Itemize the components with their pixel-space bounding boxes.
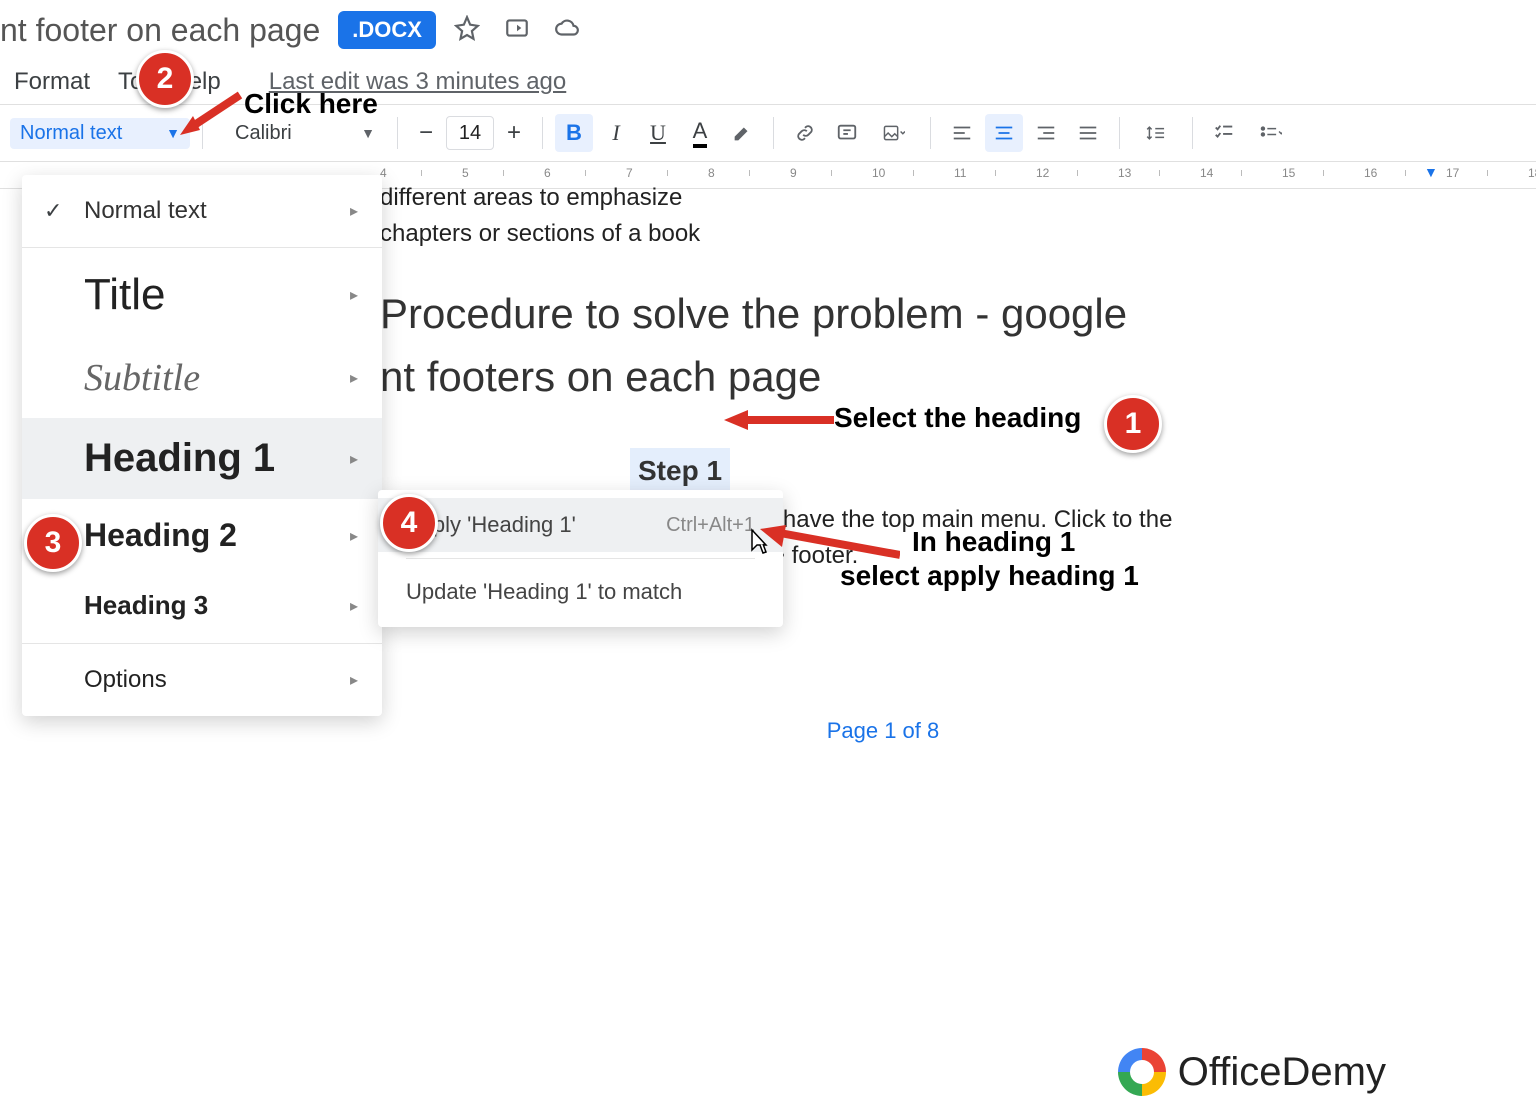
page-indicator: Page 1 of 8 <box>240 714 1526 747</box>
style-heading-3[interactable]: Heading 3▸ <box>22 572 382 639</box>
annotation-in-h1-a: In heading 1 <box>912 526 1075 558</box>
ruler-tick: 15 <box>1282 166 1295 180</box>
ruler-tick: 8 <box>708 166 715 180</box>
ruler-tick: 14 <box>1200 166 1213 180</box>
doc-heading: Procedure to solve the problem - google <box>380 282 1526 345</box>
document-canvas[interactable]: different areas to emphasize chapters or… <box>380 180 1526 747</box>
ruler-tick: 18 <box>1528 166 1536 180</box>
increase-font-button[interactable]: + <box>498 117 530 149</box>
update-heading-1[interactable]: Update 'Heading 1' to match <box>378 565 783 619</box>
check-icon: ✓ <box>44 198 62 224</box>
text-color-button[interactable]: A <box>681 114 719 152</box>
doc-heading: nt footers on each page <box>380 345 1526 408</box>
comment-button[interactable] <box>828 114 866 152</box>
align-center-button[interactable] <box>985 114 1023 152</box>
annotation-step-2: 2 <box>136 50 194 108</box>
ruler-marker[interactable]: ▼ <box>1424 164 1438 180</box>
highlight-button[interactable] <box>723 114 761 152</box>
align-justify-button[interactable] <box>1069 114 1107 152</box>
annotation-step-4: 4 <box>380 494 438 552</box>
move-icon[interactable] <box>504 15 530 46</box>
doc-title[interactable]: nt footer on each page <box>0 12 320 49</box>
docx-badge: .DOCX <box>338 11 436 49</box>
style-subtitle[interactable]: Subtitle▸ <box>22 338 382 418</box>
ruler-tick: 10 <box>872 166 885 180</box>
styles-dropdown-menu: ✓ Normal text▸ Title▸ Subtitle▸ Heading … <box>22 175 382 716</box>
step-1-label: Step 1 <box>630 448 730 494</box>
apply-heading-1[interactable]: Apply 'Heading 1' Ctrl+Alt+1 <box>378 498 783 552</box>
arrow-icon <box>760 525 900 565</box>
annotation-select-heading: Select the heading <box>834 402 1081 434</box>
annotation-in-h1-b: select apply heading 1 <box>840 560 1139 592</box>
line-spacing-button[interactable] <box>1132 114 1180 152</box>
cursor-icon <box>748 528 774 563</box>
shortcut-label: Ctrl+Alt+1 <box>666 514 755 537</box>
heading1-submenu: Apply 'Heading 1' Ctrl+Alt+1 Update 'Hea… <box>378 490 783 627</box>
bulleted-list-button[interactable] <box>1247 114 1295 152</box>
annotation-click-here: Click here <box>244 88 378 120</box>
ruler-tick: 13 <box>1118 166 1131 180</box>
ruler-tick: 11 <box>954 166 966 180</box>
ruler-tick: 17 <box>1446 166 1459 180</box>
decrease-font-button[interactable]: − <box>410 117 442 149</box>
title-bar: nt footer on each page .DOCX <box>0 0 1536 60</box>
cloud-icon[interactable] <box>554 15 580 46</box>
ruler-tick: 5 <box>462 166 469 180</box>
annotation-step-3: 3 <box>24 514 82 572</box>
ruler-tick: 9 <box>790 166 797 180</box>
body-text: different areas to emphasize <box>380 180 1526 216</box>
star-icon[interactable] <box>454 15 480 46</box>
style-options[interactable]: Options▸ <box>22 648 382 712</box>
menu-format[interactable]: Format <box>14 68 90 96</box>
insert-image-button[interactable] <box>870 114 918 152</box>
font-size-input[interactable]: 14 <box>446 116 494 150</box>
ruler-tick: 7 <box>626 166 633 180</box>
style-title[interactable]: Title▸ <box>22 252 382 338</box>
style-normal-text[interactable]: ✓ Normal text▸ <box>22 179 382 243</box>
ruler-tick: 6 <box>544 166 551 180</box>
font-selector[interactable]: Calibri▼ <box>225 118 385 149</box>
align-right-button[interactable] <box>1027 114 1065 152</box>
align-left-button[interactable] <box>943 114 981 152</box>
font-size-control: − 14 + <box>410 116 530 150</box>
ruler-tick: 12 <box>1036 166 1049 180</box>
ruler-tick: 16 <box>1364 166 1377 180</box>
arrow-icon <box>724 408 834 432</box>
italic-button[interactable]: I <box>597 114 635 152</box>
bold-button[interactable]: B <box>555 114 593 152</box>
checklist-button[interactable] <box>1205 114 1243 152</box>
logo-icon <box>1118 1048 1166 1096</box>
insert-link-button[interactable] <box>786 114 824 152</box>
paragraph-style-selector[interactable]: Normal text▼ <box>10 118 190 149</box>
watermark: OfficeDemy <box>1118 1048 1386 1096</box>
underline-button[interactable]: U <box>639 114 677 152</box>
annotation-step-1: 1 <box>1104 395 1162 453</box>
style-heading-1[interactable]: Heading 1▸ <box>22 418 382 499</box>
body-text: chapters or sections of a book <box>380 216 1526 252</box>
